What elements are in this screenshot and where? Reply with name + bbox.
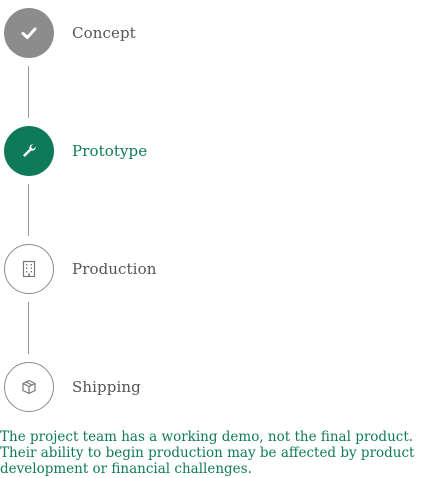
step-prototype-label: Prototype xyxy=(72,142,148,160)
step-concept-label: Concept xyxy=(72,24,136,42)
step-concept-indicator xyxy=(4,8,54,58)
step-connector xyxy=(28,302,29,354)
step-connector xyxy=(28,66,29,118)
step-shipping-label: Shipping xyxy=(72,378,141,396)
box-icon xyxy=(20,378,38,396)
building-icon xyxy=(20,259,38,279)
step-prototype: Prototype xyxy=(4,126,147,176)
step-production: Production xyxy=(4,244,156,294)
step-connector xyxy=(28,184,29,236)
wrench-icon xyxy=(20,142,38,160)
step-prototype-indicator xyxy=(4,126,54,176)
step-concept: Concept xyxy=(4,8,136,58)
stage-description: The project team has a working demo, not… xyxy=(0,429,415,477)
step-shipping: Shipping xyxy=(4,362,141,412)
step-shipping-indicator xyxy=(4,362,54,412)
checkmark-icon xyxy=(19,23,39,43)
step-production-label: Production xyxy=(72,260,157,278)
step-production-indicator xyxy=(4,244,54,294)
